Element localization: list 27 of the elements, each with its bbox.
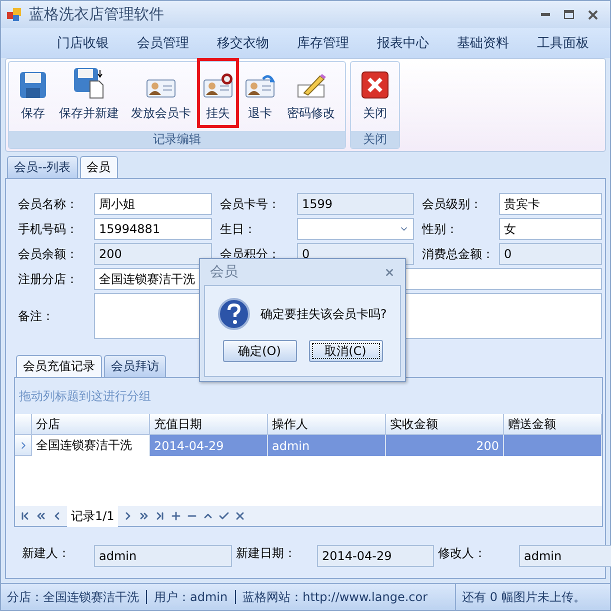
table-cell: 200: [386, 435, 504, 456]
field-label: 会员级别：: [421, 196, 483, 212]
field-label: 注册分店：: [17, 270, 79, 288]
field-label: 修改人：: [438, 545, 487, 562]
record-counter: 记录1/1: [67, 506, 118, 526]
table-cell: 2014-04-29: [150, 435, 268, 456]
status-text: 用户：admin: [154, 588, 228, 606]
field-label: 会员名称：: [17, 196, 79, 212]
dialog-message: 确定要挂失该会员卡吗?: [260, 306, 387, 322]
field-label: 会员卡号：: [219, 196, 281, 212]
upload-status: 还有 0 幅图片未上传。: [455, 584, 610, 610]
group-label: 关闭: [351, 131, 399, 148]
field-label: 会员余额：: [17, 246, 79, 262]
table-cell: admin: [268, 435, 386, 456]
field-label: 手机号码：: [17, 220, 79, 238]
field-label: 性别：: [420, 220, 459, 238]
group-hint: 拖动列标题到这进行分组: [15, 378, 602, 414]
field-label: 新建日期：: [236, 545, 297, 562]
group-label: 记录编辑: [9, 131, 345, 148]
status-text: 分店：全国连锁赛洁干洗: [7, 588, 139, 606]
status-text: 蓝格网站：http://www.lange.cor: [242, 588, 428, 606]
field-label: 消费总金额：: [421, 246, 495, 262]
field-label: 生日：: [219, 220, 257, 238]
window-title: 蓝格洗衣店管理软件: [29, 5, 165, 24]
field-label: 备注：: [17, 308, 55, 324]
field-label: 新建人：: [21, 545, 71, 562]
dialog-title: 会员: [210, 263, 238, 281]
